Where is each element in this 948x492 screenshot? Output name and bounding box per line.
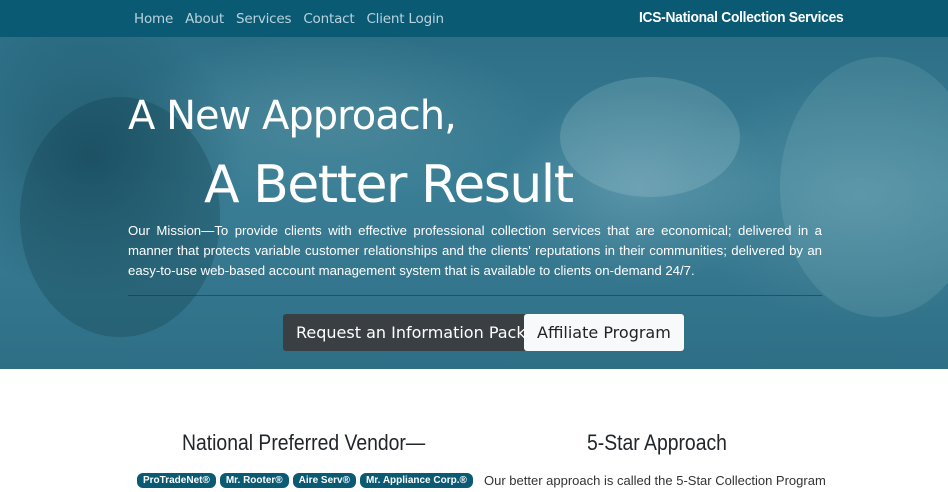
content-section: National Preferred Vendor— ProTradeNet® … — [0, 369, 948, 492]
hero-background-image — [560, 77, 740, 197]
nav-link-services[interactable]: Services — [230, 11, 297, 27]
nav-links: Home About Services Contact Client Login — [128, 0, 450, 37]
brand-name[interactable]: ICS-National Collection Services — [639, 0, 844, 37]
hero-title-line1: A New Approach, — [128, 93, 457, 139]
affiliate-program-button[interactable]: Affiliate Program — [524, 314, 684, 351]
badge-aire-serv: Aire Serv® — [292, 473, 356, 488]
badge-mr-rooter: Mr. Rooter® — [219, 473, 289, 488]
nav-link-home[interactable]: Home — [128, 11, 179, 27]
hero-title-line2: A Better Result — [204, 155, 574, 215]
hero-divider — [128, 295, 822, 296]
top-navbar: Home About Services Contact Client Login… — [0, 0, 948, 37]
five-star-text: Our better approach is called the 5-Star… — [484, 473, 826, 488]
nav-link-client-login[interactable]: Client Login — [360, 11, 449, 27]
badge-mr-appliance: Mr. Appliance Corp.® — [359, 473, 473, 488]
mission-statement: Our Mission—To provide clients with effe… — [128, 223, 822, 278]
request-info-packet-button[interactable]: Request an Information Packet — [283, 314, 555, 351]
badge-protradenet: ProTradeNet® — [137, 473, 216, 488]
vendor-badges: ProTradeNet® Mr. Rooter® Aire Serv® Mr. … — [137, 473, 473, 488]
hero-section: A New Approach, A Better Result Our Miss… — [0, 37, 948, 369]
nav-link-contact[interactable]: Contact — [297, 11, 360, 27]
vendor-title: National Preferred Vendor— — [182, 430, 426, 455]
nav-link-about[interactable]: About — [179, 11, 230, 27]
five-star-title: 5-Star Approach — [587, 430, 727, 455]
